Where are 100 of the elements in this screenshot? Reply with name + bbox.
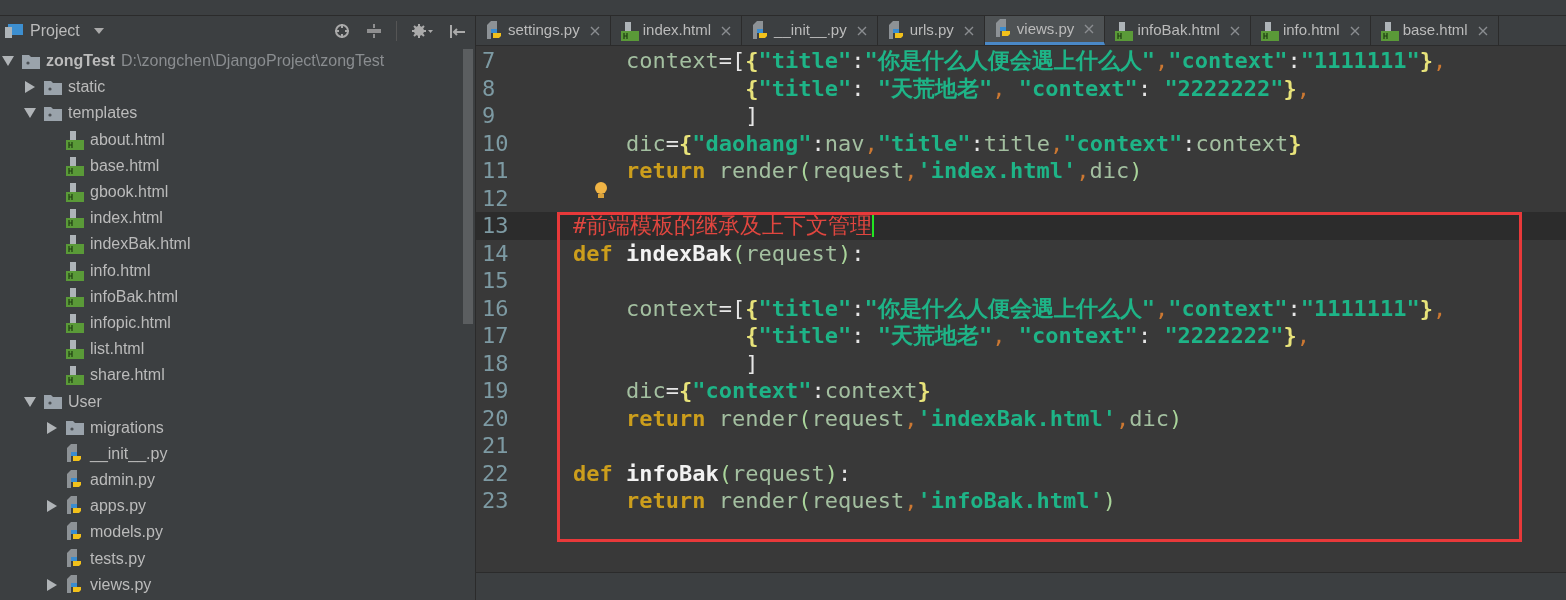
scrollbar[interactable] <box>463 49 473 324</box>
collapsed-arrow-icon[interactable] <box>24 81 36 94</box>
tree-item[interactable]: static <box>68 75 106 100</box>
editor-tab[interactable]: settings.py <box>476 16 611 45</box>
text-cursor <box>872 214 875 237</box>
tree-item[interactable]: __init__.py <box>90 441 168 466</box>
python-file-icon <box>66 574 84 595</box>
folder-icon <box>44 79 62 95</box>
line-number: 12 <box>481 184 510 213</box>
close-icon[interactable] <box>1349 25 1360 36</box>
expanded-arrow-icon[interactable] <box>24 107 36 120</box>
html-file-icon <box>66 312 84 333</box>
tree-item[interactable]: infopic.html <box>90 310 171 335</box>
line-number: 19 <box>481 377 510 406</box>
python-file-icon <box>66 548 84 569</box>
collapsed-arrow-icon[interactable] <box>46 500 58 513</box>
folder-icon <box>44 394 62 410</box>
line-number: 15 <box>481 267 510 296</box>
tree-item[interactable]: index.html <box>90 206 163 231</box>
html-file-icon <box>620 20 639 41</box>
tree-item[interactable]: tests.py <box>90 546 146 571</box>
close-icon[interactable] <box>963 25 974 36</box>
tree-item[interactable]: views.py <box>90 572 152 597</box>
html-file-icon <box>66 365 84 386</box>
tree-item[interactable]: models.py <box>90 520 163 545</box>
python-file-icon <box>66 443 84 464</box>
tree-item[interactable]: info.html <box>90 258 151 283</box>
line-number: 16 <box>481 294 510 323</box>
line-number: 21 <box>481 432 510 461</box>
line-number: 17 <box>481 322 510 351</box>
expanded-arrow-icon[interactable] <box>2 55 14 68</box>
code-line: #前端模板的继承及上下文管理 <box>573 212 873 241</box>
html-file-icon <box>1260 20 1279 41</box>
tree-item[interactable]: infoBak.html <box>90 284 179 309</box>
code-line: return render(request,'index.html',dic) <box>624 157 1143 186</box>
tree-item[interactable]: base.html <box>90 153 160 178</box>
editor-tab[interactable]: index.html <box>610 16 743 45</box>
html-file-icon <box>66 182 84 203</box>
tree-item[interactable]: share.html <box>90 363 165 388</box>
tree-item[interactable]: list.html <box>90 337 145 362</box>
close-icon[interactable] <box>1477 25 1488 36</box>
close-icon[interactable] <box>721 25 732 36</box>
collapsed-arrow-icon[interactable] <box>46 578 58 591</box>
lightbulb-icon[interactable] <box>593 181 608 198</box>
editor-tab[interactable]: views.py <box>984 16 1106 45</box>
tree-item[interactable]: templates <box>68 101 138 126</box>
collapse-all-icon[interactable] <box>366 23 382 39</box>
code-line: return render(request,'infoBak.html') <box>624 487 1117 516</box>
tree-item[interactable]: about.html <box>90 127 165 152</box>
tree-item[interactable]: gbook.html <box>90 180 169 205</box>
line-number: 11 <box>481 157 510 186</box>
tree-item[interactable]: User <box>68 389 102 414</box>
code-line: ] <box>744 349 759 378</box>
close-icon[interactable] <box>1084 24 1095 34</box>
code-line: def infoBak(request): <box>573 459 852 488</box>
panel-title[interactable]: Project <box>30 19 80 43</box>
html-file-icon <box>66 339 84 360</box>
editor-tab[interactable]: __init__.py <box>742 16 878 45</box>
tree-item[interactable]: zongTest <box>46 49 116 74</box>
line-number: 18 <box>481 349 510 378</box>
close-icon[interactable] <box>589 25 600 36</box>
editor-tab[interactable]: urls.py <box>877 16 985 45</box>
line-number: 20 <box>481 404 510 433</box>
editor-tab[interactable]: infoBak.html <box>1105 16 1251 45</box>
tree-item[interactable]: apps.py <box>90 494 147 519</box>
expanded-arrow-icon[interactable] <box>24 395 36 408</box>
settings-icon[interactable] <box>411 23 433 39</box>
editor-tab[interactable]: info.html <box>1250 16 1371 45</box>
code-line: dic={"daohang":nav,"title":title,"context":context} <box>624 129 1302 158</box>
python-file-icon <box>66 522 84 543</box>
line-number: 13 <box>481 212 510 241</box>
html-file-icon <box>1380 20 1399 41</box>
target-icon[interactable] <box>334 23 350 39</box>
html-file-icon <box>66 234 84 255</box>
html-file-icon <box>66 129 84 150</box>
close-icon[interactable] <box>856 25 867 36</box>
folder-icon <box>66 420 84 436</box>
line-number: 7 <box>481 47 497 76</box>
close-icon[interactable] <box>1229 25 1240 36</box>
code-line: dic={"context":context} <box>624 377 931 406</box>
python-file-icon <box>486 20 504 41</box>
editor-tab[interactable]: base.html <box>1370 16 1499 45</box>
python-file-icon <box>887 20 906 41</box>
line-number: 22 <box>481 459 510 488</box>
line-number: 10 <box>481 129 510 158</box>
code-line: {"title": "天荒地老", "context": "2222222"}, <box>744 74 1311 103</box>
code-line: ] <box>744 102 759 131</box>
code-line: return render(request,'indexBak.html',dic) <box>624 404 1183 433</box>
dropdown-caret-icon[interactable] <box>93 28 104 34</box>
collapsed-arrow-icon[interactable] <box>46 421 58 434</box>
hide-panel-icon[interactable] <box>449 23 467 39</box>
tree-item[interactable]: admin.py <box>90 468 155 493</box>
line-number: 14 <box>481 239 510 268</box>
tree-item[interactable]: indexBak.html <box>90 232 191 257</box>
folder-icon <box>22 53 40 69</box>
project-view-icon <box>4 23 24 39</box>
html-file-icon <box>66 260 84 281</box>
python-file-icon <box>994 19 1013 39</box>
tree-item[interactable]: migrations <box>90 415 164 440</box>
project-path: D:\zongchen\DjangoProject\zongTest <box>121 51 385 72</box>
